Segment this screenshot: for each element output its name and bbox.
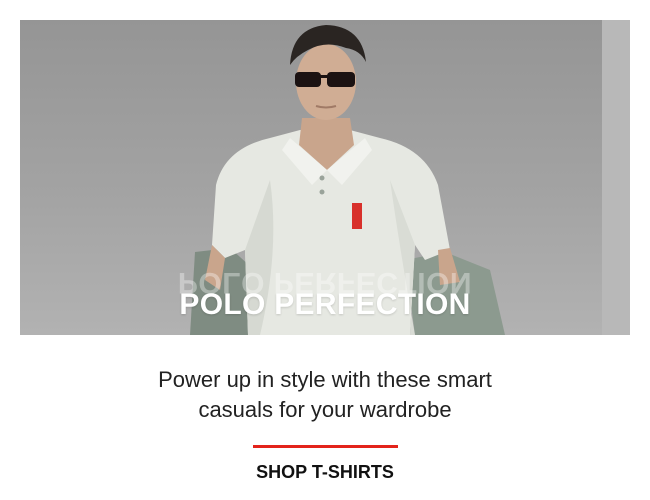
shop-t-shirts-link[interactable]: SHOP T-SHIRTS (0, 462, 650, 483)
tagline-line-2: casuals for your wardrobe (198, 397, 452, 422)
hero-title: POLO PERFECTION (179, 288, 471, 321)
promo-tagline: Power up in style with these smart casua… (0, 365, 650, 425)
cta-accent-divider (253, 445, 398, 448)
hero-image[interactable]: POLO PERFECTION POLO PERFECTION (20, 20, 630, 335)
promo-banner: POLO PERFECTION POLO PERFECTION Power up… (0, 0, 650, 500)
tagline-line-1: Power up in style with these smart (158, 367, 492, 392)
